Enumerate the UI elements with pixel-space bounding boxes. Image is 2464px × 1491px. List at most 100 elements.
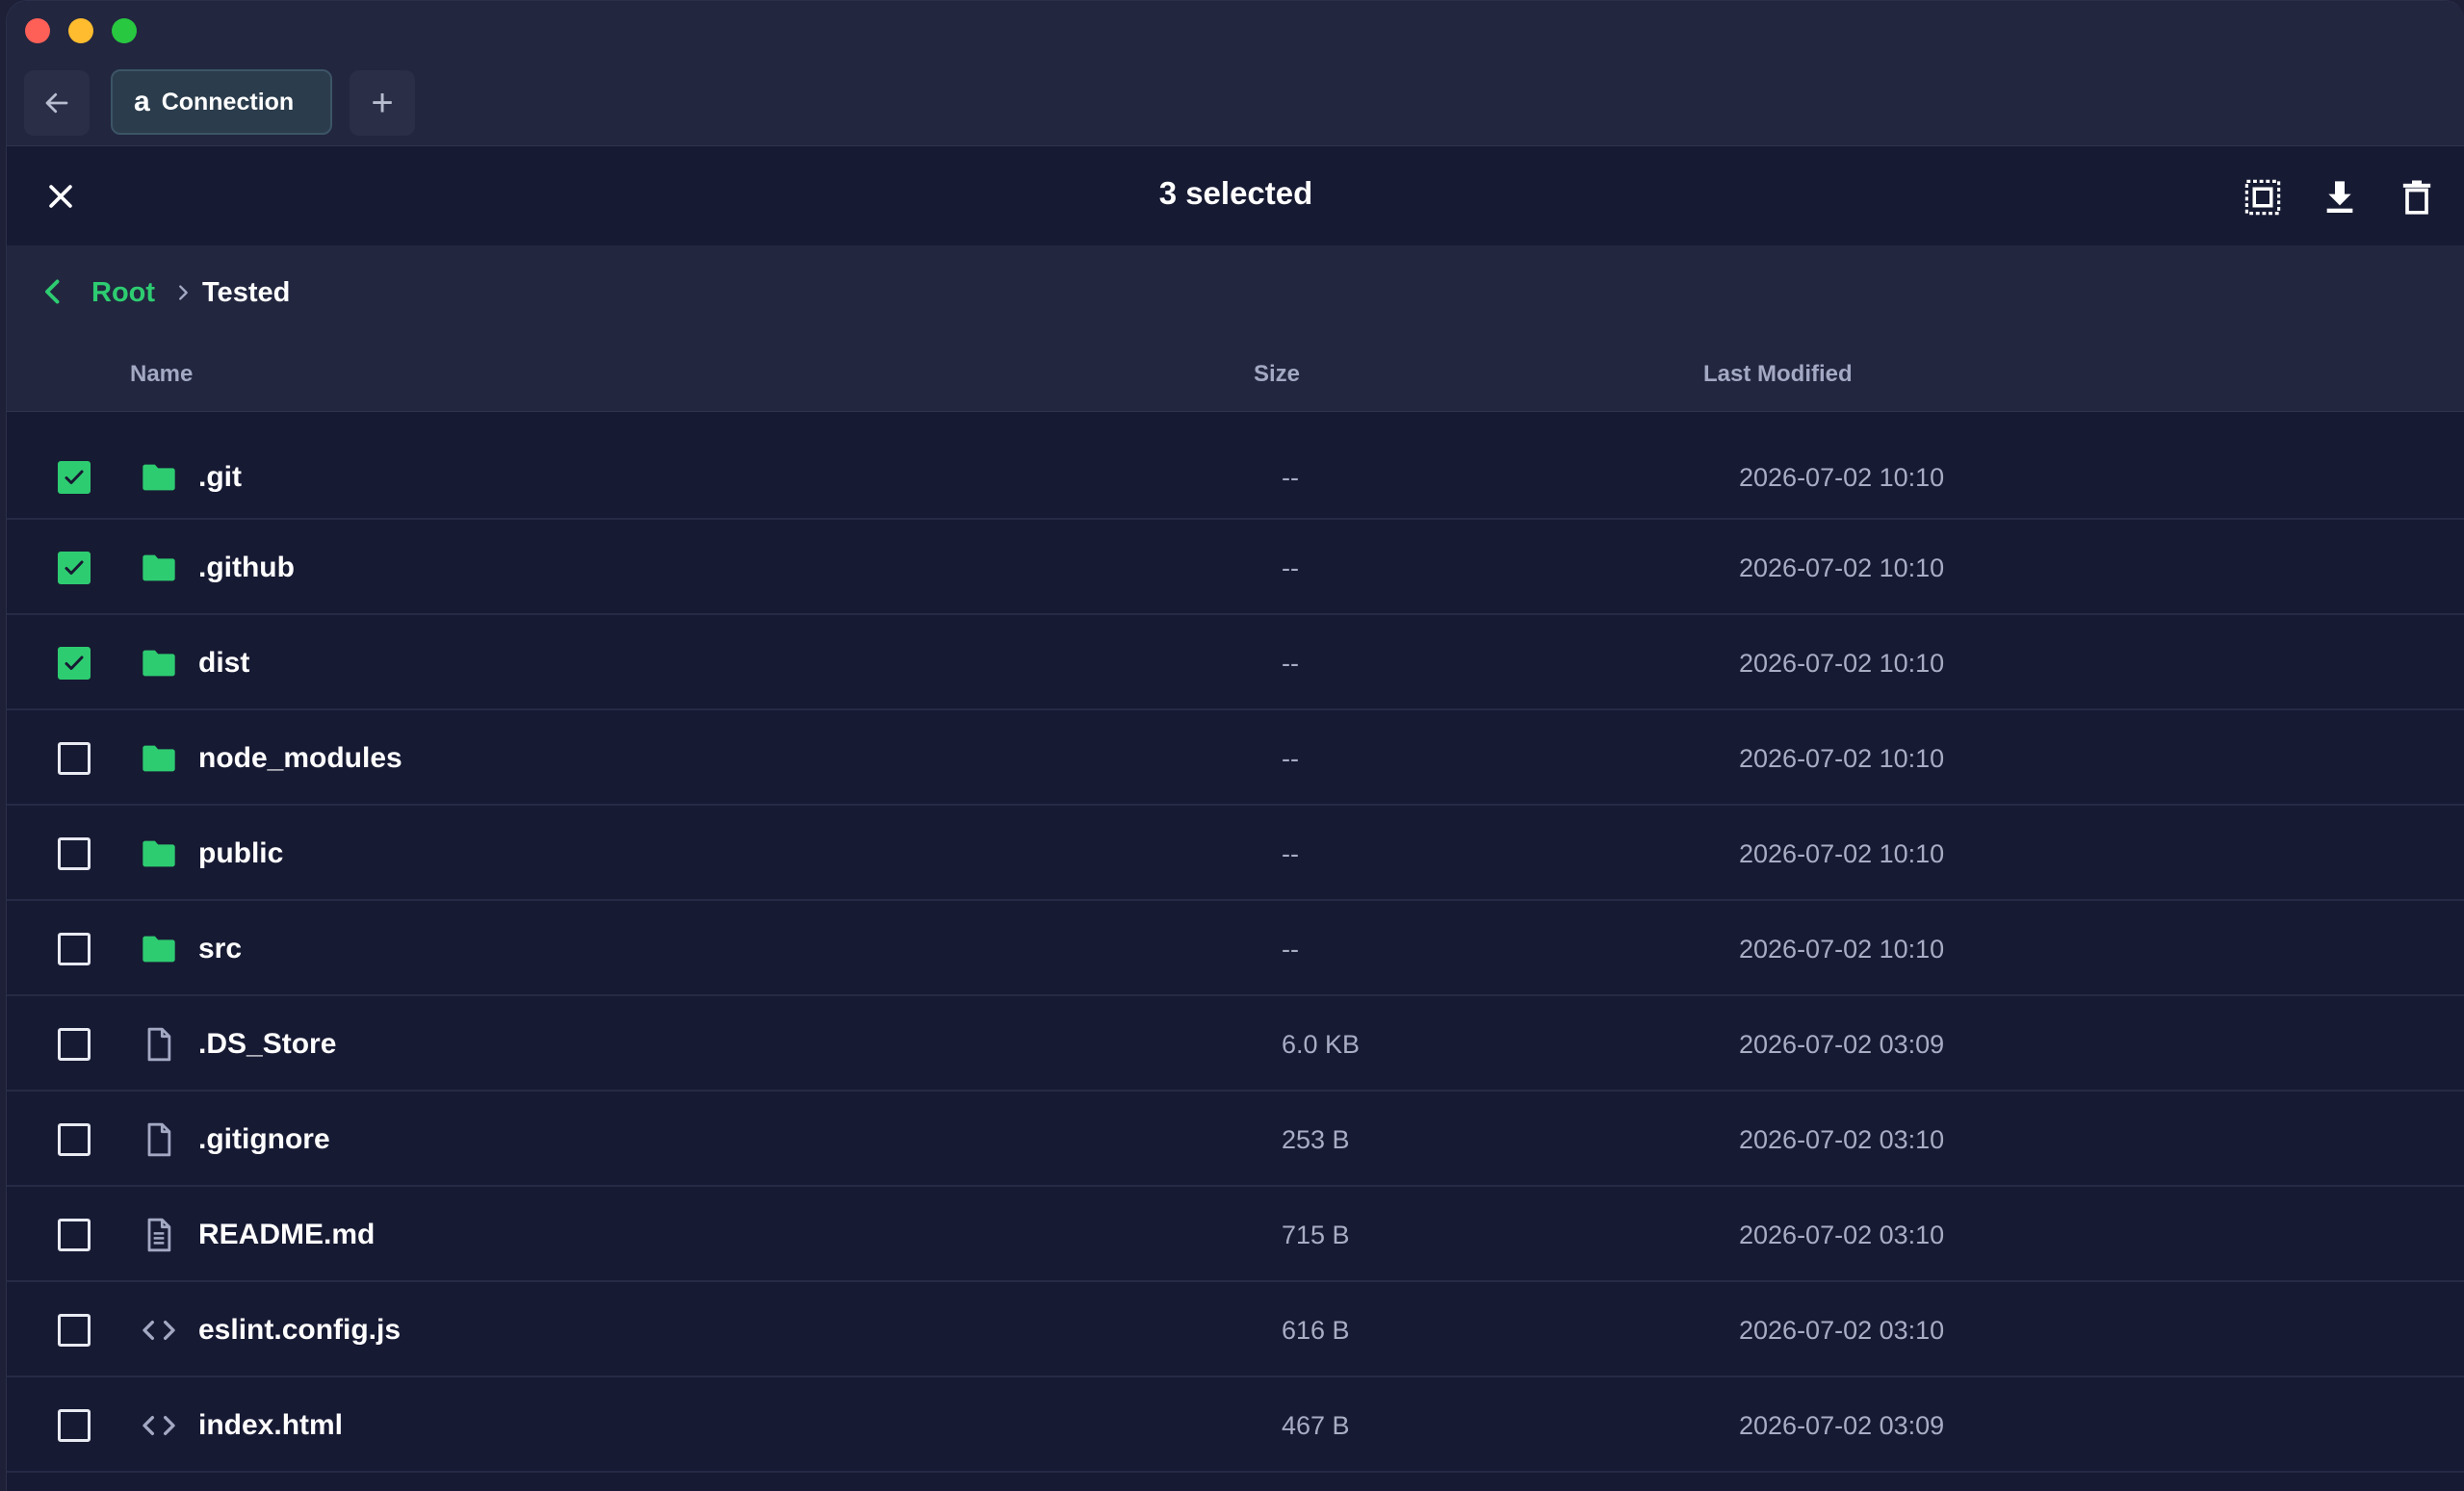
column-header-size[interactable]: Size: [1254, 361, 1300, 388]
tab-bar: a Connection +: [7, 59, 2464, 146]
file-size: 616 B: [1282, 1316, 1350, 1345]
select-all-icon: [2244, 179, 2281, 216]
row-checkbox[interactable]: [58, 1314, 91, 1347]
download-icon: [2326, 181, 2353, 213]
file-size: --: [1282, 744, 1299, 773]
table-row[interactable]: public -- 2026-07-02 10:10: [7, 806, 2464, 901]
amazon-icon: a: [134, 86, 150, 117]
folder-icon: [138, 458, 180, 497]
download-button[interactable]: [2318, 175, 2362, 219]
plus-icon: +: [371, 81, 394, 124]
file-name[interactable]: .gitignore: [198, 1123, 330, 1156]
table-row[interactable]: .DS_Store 6.0 KB 2026-07-02 03:09: [7, 996, 2464, 1092]
file-last-modified: 2026-07-02 03:10: [1739, 1316, 1945, 1345]
file-name[interactable]: .DS_Store: [198, 1028, 336, 1061]
folder-icon: [138, 835, 180, 873]
table-row[interactable]: index.html 467 B 2026-07-02 03:09: [7, 1377, 2464, 1473]
file-last-modified: 2026-07-02 10:10: [1739, 935, 1945, 964]
file-last-modified: 2026-07-02 10:10: [1739, 839, 1945, 868]
file-size: 253 B: [1282, 1125, 1350, 1154]
table-row[interactable]: README.md 715 B 2026-07-02 03:10: [7, 1187, 2464, 1282]
row-checkbox[interactable]: [58, 1123, 91, 1156]
code-file-icon: [138, 1311, 180, 1350]
minimize-window-button[interactable]: [68, 18, 93, 43]
table-row[interactable]: dist -- 2026-07-02 10:10: [7, 615, 2464, 710]
row-checkbox[interactable]: [58, 552, 91, 584]
file-name[interactable]: public: [198, 837, 283, 870]
breadcrumb-current: Tested: [202, 277, 291, 308]
file-icon: [138, 1025, 180, 1064]
table-row[interactable]: eslint.config.js 616 B 2026-07-02 03:10: [7, 1282, 2464, 1377]
checkmark-icon: [65, 470, 84, 484]
table-header: Name Size Last Modified: [7, 342, 2464, 412]
checkmark-icon: [65, 656, 84, 670]
tab-connection-label: Connection: [161, 88, 295, 116]
maximize-window-button[interactable]: [112, 18, 137, 43]
title-bar: [7, 1, 2464, 59]
table-row[interactable]: .github -- 2026-07-02 10:10: [7, 520, 2464, 615]
file-name[interactable]: index.html: [198, 1409, 343, 1442]
file-name[interactable]: dist: [198, 647, 249, 680]
file-name[interactable]: README.md: [198, 1219, 375, 1251]
file-last-modified: 2026-07-02 10:10: [1739, 649, 1945, 678]
breadcrumb-root-link[interactable]: Root: [91, 277, 155, 309]
row-checkbox[interactable]: [58, 742, 91, 775]
tab-connection[interactable]: a Connection: [111, 69, 332, 135]
row-checkbox[interactable]: [58, 933, 91, 965]
table-row[interactable]: src -- 2026-07-02 10:10: [7, 901, 2464, 996]
select-all-button[interactable]: [2241, 175, 2285, 219]
column-header-last-modified[interactable]: Last Modified: [1703, 361, 1853, 388]
file-size: --: [1282, 839, 1299, 868]
breadcrumb: Root Tested: [7, 245, 2464, 342]
back-button[interactable]: [24, 70, 90, 136]
file-last-modified: 2026-07-02 10:10: [1739, 553, 1945, 582]
file-list: .git -- 2026-07-02 10:10 .github -- 2026-07-0…: [7, 412, 2464, 1491]
file-name[interactable]: .github: [198, 552, 295, 584]
folder-icon: [138, 549, 180, 587]
folder-icon: [138, 644, 180, 682]
file-icon: [138, 1120, 180, 1159]
file-last-modified: 2026-07-02 03:09: [1739, 1411, 1945, 1440]
row-checkbox[interactable]: [58, 1219, 91, 1251]
file-size: --: [1282, 553, 1299, 582]
file-name[interactable]: .git: [198, 461, 242, 494]
selection-bar: 3 selected: [7, 146, 2464, 245]
folder-icon: [138, 739, 180, 778]
code-file-icon: [138, 1406, 180, 1445]
table-row[interactable]: .git -- 2026-07-02 10:10: [7, 412, 2464, 520]
checkmark-icon: [65, 560, 84, 575]
file-last-modified: 2026-07-02 10:10: [1739, 744, 1945, 773]
delete-button[interactable]: [2395, 175, 2439, 219]
file-name[interactable]: node_modules: [198, 742, 402, 775]
file-name[interactable]: src: [198, 933, 242, 965]
file-size: 467 B: [1282, 1411, 1350, 1440]
row-checkbox[interactable]: [58, 647, 91, 680]
file-last-modified: 2026-07-02 03:10: [1739, 1221, 1945, 1249]
close-window-button[interactable]: [25, 18, 50, 43]
chevron-right-icon: [179, 285, 188, 300]
app-window: a Connection + 3 selected Root Tested Na…: [6, 0, 2464, 1491]
add-tab-button[interactable]: +: [350, 70, 415, 136]
document-text-icon: [138, 1216, 180, 1254]
row-checkbox[interactable]: [58, 1409, 91, 1442]
file-size: 715 B: [1282, 1221, 1350, 1249]
arrow-left-icon: [45, 92, 68, 114]
file-size: 6.0 KB: [1282, 1030, 1361, 1059]
trash-icon: [2402, 180, 2431, 215]
file-last-modified: 2026-07-02 03:09: [1739, 1030, 1945, 1059]
table-row[interactable]: node_modules -- 2026-07-02 10:10: [7, 710, 2464, 806]
file-last-modified: 2026-07-02 10:10: [1739, 463, 1945, 492]
file-size: --: [1282, 649, 1299, 678]
column-header-name[interactable]: Name: [130, 361, 193, 388]
row-checkbox[interactable]: [58, 837, 91, 870]
table-row[interactable]: .gitignore 253 B 2026-07-02 03:10: [7, 1092, 2464, 1187]
file-name[interactable]: eslint.config.js: [198, 1314, 401, 1347]
row-checkbox[interactable]: [58, 1028, 91, 1061]
row-checkbox[interactable]: [58, 461, 91, 494]
folder-icon: [138, 930, 180, 968]
selection-count: 3 selected: [1158, 175, 1313, 211]
file-size: --: [1282, 463, 1299, 492]
file-last-modified: 2026-07-02 03:10: [1739, 1125, 1945, 1154]
file-size: --: [1282, 935, 1299, 964]
chevron-left-icon[interactable]: [36, 274, 70, 309]
